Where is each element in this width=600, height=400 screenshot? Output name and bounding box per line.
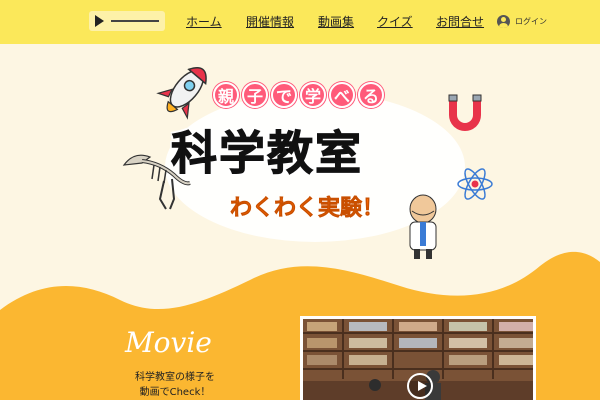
badge-char: 学 — [300, 82, 326, 108]
rocket-illustration — [156, 66, 207, 120]
play-icon[interactable] — [95, 15, 104, 27]
badge-char: 親 — [213, 82, 239, 108]
badge-char: で — [271, 82, 297, 108]
login-button[interactable]: ログイン — [497, 13, 547, 29]
magnet-illustration — [448, 94, 482, 131]
movie-description: 科学教室の様子を 動画でCheck！ — [125, 370, 225, 400]
nav-event-info[interactable]: 開催情報 — [246, 13, 294, 30]
hero-subtitle: わくわく実験！ — [230, 196, 385, 222]
nav-quiz[interactable]: クイズ — [377, 13, 413, 30]
user-icon — [497, 14, 510, 28]
audio-progress-track[interactable] — [111, 20, 159, 22]
badge-char: 子 — [242, 82, 268, 108]
movie-description-line1: 科学教室の様子を — [135, 372, 215, 383]
badge-char: べ — [329, 82, 355, 108]
parent-child-badge: 親 子 で 学 べ る — [213, 82, 423, 112]
movie-section-title: Movie — [125, 326, 212, 359]
nav-home[interactable]: ホーム — [186, 13, 222, 30]
nav-contact[interactable]: お問合せ — [436, 13, 484, 30]
hero-title: 科学教室 — [171, 126, 363, 181]
video-play-icon[interactable] — [407, 373, 433, 399]
nav-videos[interactable]: 動画集 — [318, 13, 354, 30]
badge-char: る — [358, 82, 384, 108]
login-label: ログイン — [515, 16, 547, 26]
video-player[interactable] — [300, 316, 536, 400]
movie-description-line2: 動画でCheck！ — [139, 387, 211, 398]
scientist-mascot-illustration — [409, 194, 437, 259]
atom-illustration — [457, 168, 493, 200]
site-header: ホーム 開催情報 動画集 クイズ お問合せ ログイン — [0, 0, 600, 44]
audio-player[interactable] — [89, 11, 165, 31]
